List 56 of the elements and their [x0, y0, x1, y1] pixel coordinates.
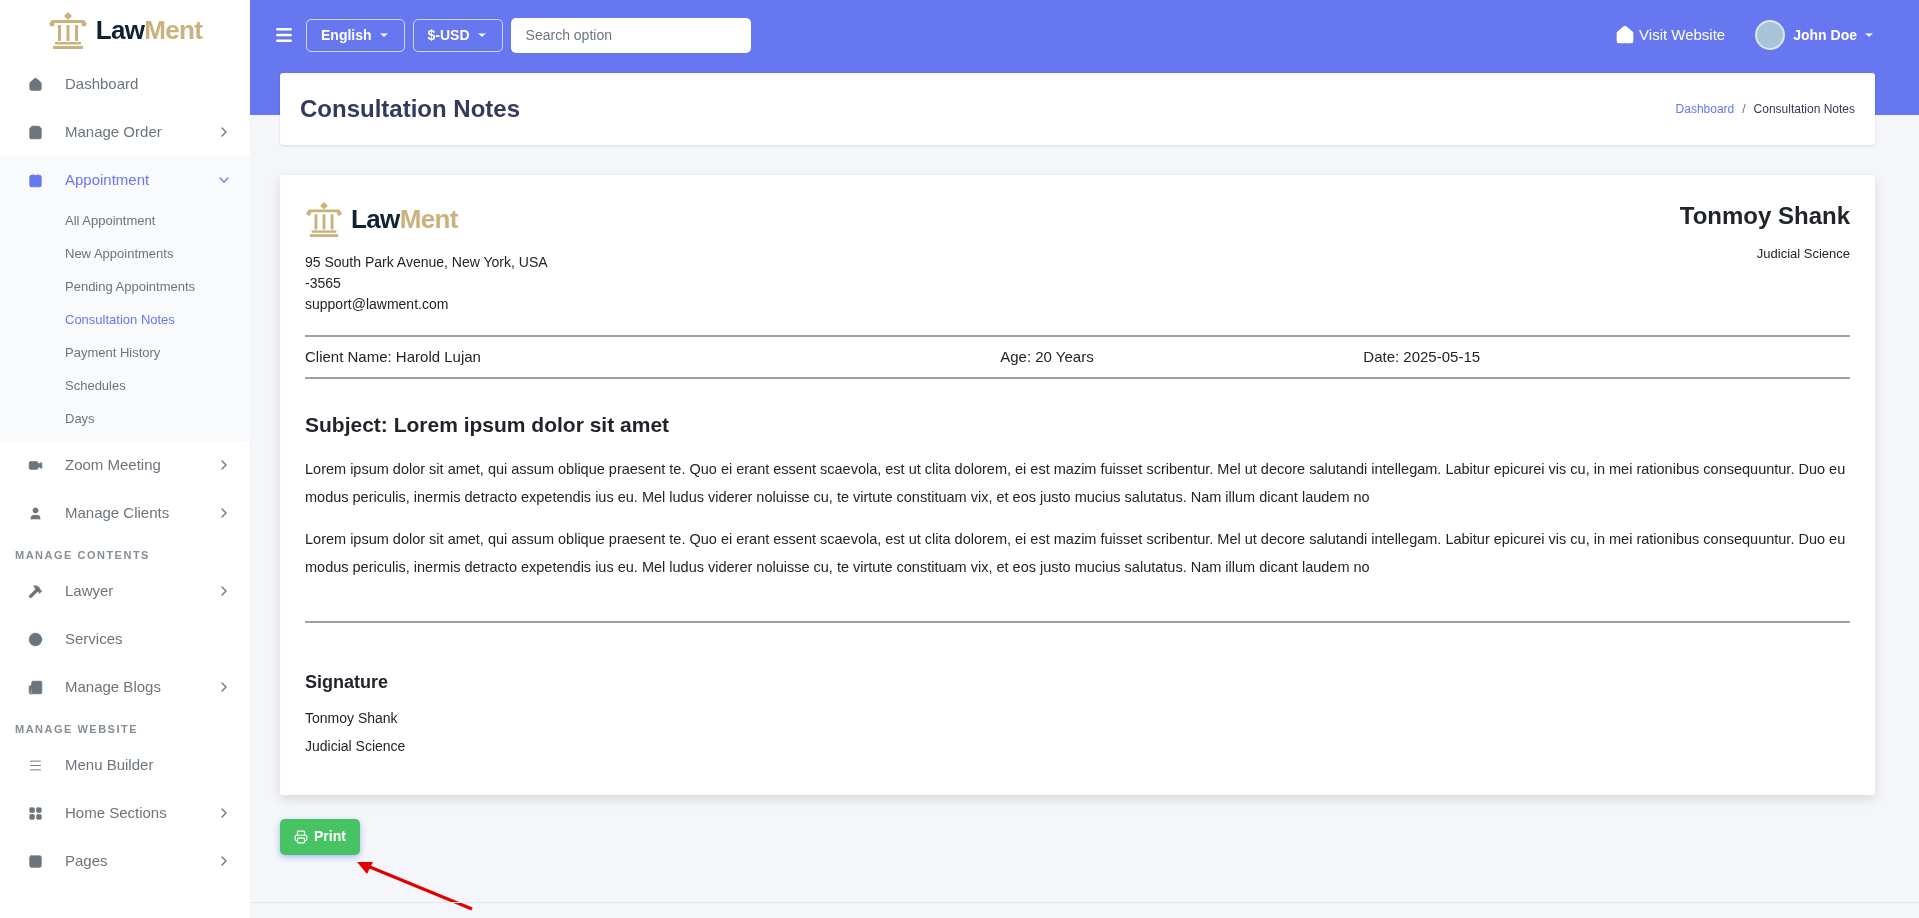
submenu-item[interactable]: New Appointments — [65, 243, 174, 264]
signature-heading: Signature — [305, 670, 389, 694]
logo-wordmark: LawMent — [351, 206, 458, 232]
home-icon — [1615, 25, 1636, 45]
submenu-item[interactable]: Schedules — [65, 375, 126, 396]
note-paragraph: Lorem ipsum dolor sit amet, qui assum oblique praesent te. Quo ei erant essent scaevola, est ut clita dolorem, ei est mazim fuisset scribentur. Mel ut decore salutandi intellegam. Labitur epicurei vis cu, in mei rationibus consequuntur. Duo eu modus periculis, inermis detracto expetendis ius eu. Mel ludus viderer noluisse cu, te virtute constituam vix, et eos justo mucius salutatus. Nam illum dicant laudem no — [305, 529, 1847, 577]
breadcrumb-current: Consultation Notes — [1753, 101, 1855, 118]
breadcrumb-link[interactable]: Dashboard — [1675, 100, 1735, 118]
menu-icon — [28, 757, 43, 773]
info-text: Client Name: Harold Lujan — [305, 346, 482, 367]
language-dropdown[interactable]: English — [306, 18, 405, 52]
signature-line: Tonmoy Shank — [305, 708, 399, 728]
info-text: Date: 2025-05-15 — [1363, 346, 1482, 367]
visit-website-link[interactable]: Visit Website — [1615, 23, 1726, 47]
sidebar-item[interactable]: Zoom Meeting — [0, 441, 250, 489]
sidebar-item[interactable]: Manage Blogs — [0, 663, 250, 711]
sidebar-item[interactable]: Manage Clients — [0, 489, 250, 537]
home-icon — [28, 76, 43, 92]
submenu-item[interactable]: Consultation Notes — [65, 309, 175, 330]
submenu-item[interactable]: Payment History — [65, 342, 161, 363]
subject-heading: Subject: Lorem ipsum dolor sit amet — [305, 412, 671, 438]
breadcrumb-separator: / — [1742, 101, 1746, 118]
sidebar-section-heading: MANAGE WEBSITE — [15, 721, 139, 737]
address-line: 95 South Park Avenue, New York, USA — [305, 253, 548, 272]
printer-icon — [294, 829, 308, 844]
sidebar-item[interactable]: Dashboard — [0, 60, 250, 108]
submenu-item[interactable]: Days — [65, 408, 95, 429]
submenu-item[interactable]: Pending Appointments — [65, 276, 196, 297]
page-title: Consultation Notes — [300, 94, 521, 124]
note-paragraph: Lorem ipsum dolor sit amet, qui assum oblique praesent te. Quo ei erant essent scaevola, est ut clita dolorem, ei est mazim fuisset scribentur. Mel ut decore salutandi intellegam. Labitur epicurei vis cu, in mei rationibus consequuntur. Duo eu modus periculis, inermis detracto expetendis ius eu. Mel ludus viderer noluisse cu, te virtute constituam vix, et eos justo mucius salutatus. Nam illum dicant laudem no — [305, 459, 1847, 507]
search-field[interactable]: Search option — [510, 17, 751, 53]
sidebar-section-heading: MANAGE CONTENTS — [15, 547, 150, 563]
sidebar-item[interactable]: Lawyer — [0, 567, 250, 615]
menu-icon[interactable] — [274, 25, 294, 45]
sidebar-item[interactable]: Services — [0, 615, 250, 663]
logo-wordmark: LawMent — [95, 17, 203, 43]
user-icon — [28, 505, 43, 521]
user-menu[interactable]: John Doe — [1793, 24, 1875, 46]
lawyer-name: Tonmoy Shank — [1679, 201, 1850, 231]
submenu-item[interactable]: All Appointment — [65, 210, 156, 231]
sidebar-item[interactable]: Manage Order — [0, 108, 250, 156]
pillar-logo-icon — [305, 200, 343, 238]
sidebar-item[interactable]: Home Sections — [0, 789, 250, 837]
address-line: support@lawment.com — [305, 295, 450, 314]
currency-dropdown[interactable]: $-USD — [412, 18, 503, 52]
address-line: -3565 — [305, 274, 342, 293]
lawyer-title: Judicial Science — [1756, 245, 1850, 263]
avatar[interactable] — [1755, 20, 1786, 50]
hammer-icon — [28, 583, 43, 599]
sidebar-item[interactable]: Appointment — [0, 156, 250, 204]
calendar-icon — [28, 172, 43, 188]
sidebar-item[interactable]: Pages — [0, 837, 250, 885]
pillar-logo-icon — [47, 10, 88, 50]
signature-line: Judicial Science — [305, 736, 407, 756]
sidebar-item[interactable]: Menu Builder — [0, 741, 250, 789]
info-text: Age: 20 Years — [1000, 346, 1095, 367]
